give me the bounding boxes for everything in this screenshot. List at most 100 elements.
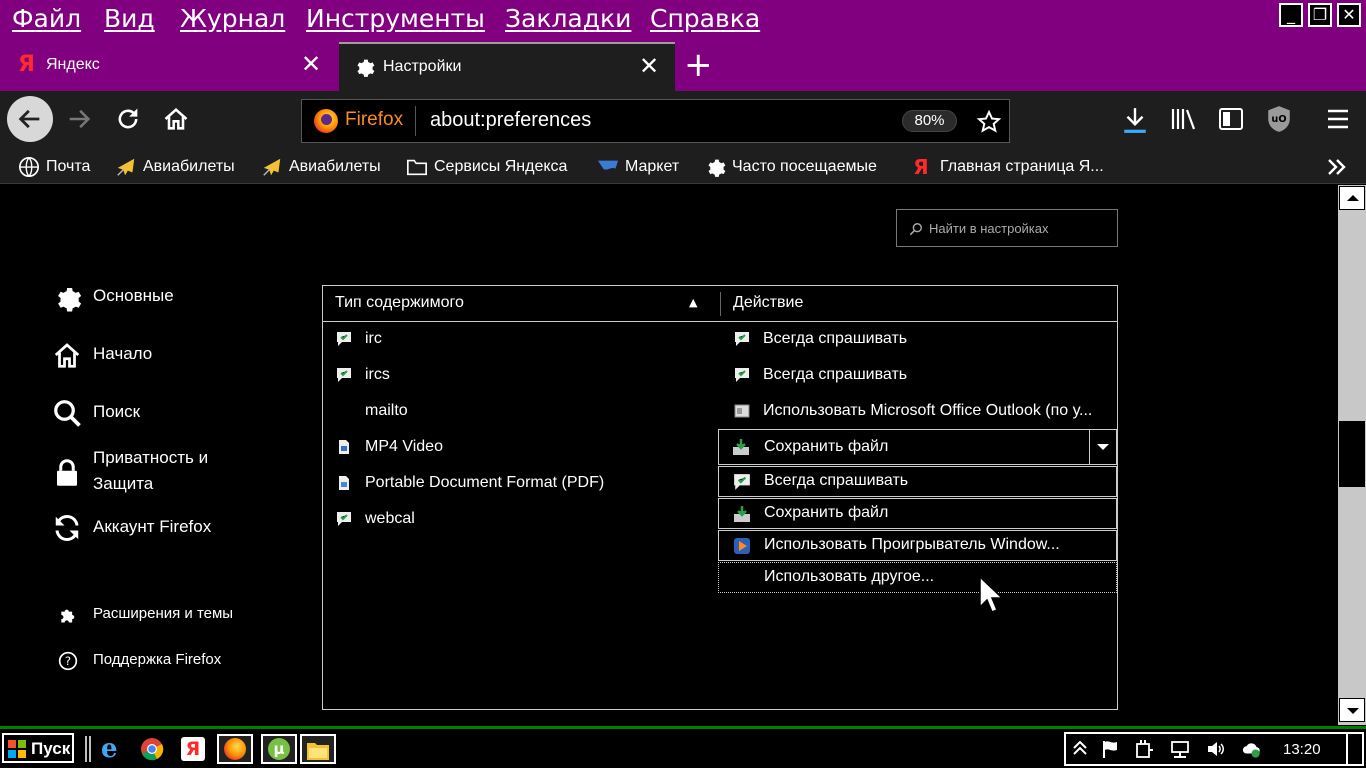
new-tab-button[interactable]: + bbox=[684, 48, 713, 82]
select-value: Сохранить файл bbox=[764, 438, 889, 455]
chrome-icon[interactable] bbox=[137, 734, 169, 764]
scroll-down-button[interactable] bbox=[1339, 698, 1365, 722]
gear-icon bbox=[58, 288, 82, 312]
menu-view[interactable]: Вид bbox=[104, 4, 155, 33]
category-privacy[interactable]: Приватность и Защита bbox=[52, 445, 252, 501]
action-select[interactable]: Сохранить файл bbox=[718, 429, 1117, 465]
action-label: Всегда спрашивать bbox=[763, 366, 908, 383]
table-row[interactable]: ircs Всегда спрашивать bbox=[323, 358, 1117, 394]
firefox-icon[interactable] bbox=[217, 734, 253, 764]
option-label: Использовать другое... bbox=[764, 568, 935, 585]
option-media-player[interactable]: Использовать Проигрыватель Window... bbox=[718, 530, 1117, 561]
preferences-page: Найти в настройках Основные Начало Поиск… bbox=[0, 185, 1338, 725]
save-icon bbox=[733, 439, 749, 455]
url-bar[interactable]: Firefox about:preferences 80% bbox=[301, 99, 1010, 143]
gear-icon bbox=[708, 159, 726, 177]
scroll-thumb[interactable] bbox=[1339, 421, 1365, 487]
url-text[interactable]: about:preferences bbox=[430, 109, 591, 132]
settings-search-input[interactable]: Найти в настройках bbox=[896, 209, 1118, 247]
option-label: Сохранить файл bbox=[764, 504, 889, 521]
flag-icon[interactable] bbox=[1100, 739, 1120, 759]
close-tab-icon[interactable]: ✕ bbox=[301, 52, 321, 76]
puzzle-icon bbox=[61, 609, 75, 623]
vertical-scrollbar[interactable] bbox=[1338, 185, 1366, 725]
bookmark-label: Маркет bbox=[625, 158, 680, 175]
home-button[interactable] bbox=[153, 96, 199, 142]
bookmark-label: Авиабилеты bbox=[143, 158, 235, 175]
windows-logo-icon bbox=[8, 740, 26, 758]
ie-icon[interactable]: e bbox=[96, 734, 128, 764]
start-label: Пуск bbox=[31, 739, 71, 758]
menu-bookmarks[interactable]: Закладки bbox=[505, 4, 631, 33]
sidebar-icon[interactable] bbox=[1218, 107, 1244, 131]
sort-ascending-icon: ▲ bbox=[689, 296, 698, 309]
bookmark-label: Часто посещаемые bbox=[732, 158, 877, 175]
network-icon[interactable] bbox=[1170, 739, 1190, 759]
menu-help[interactable]: Справка bbox=[650, 4, 760, 33]
tab-yandex[interactable]: Я Яндекс ✕ bbox=[0, 42, 337, 91]
table-row[interactable]: irc Всегда спрашивать bbox=[323, 322, 1117, 358]
chat-icon bbox=[337, 332, 351, 346]
zoom-indicator[interactable]: 80% bbox=[902, 110, 957, 132]
menu-bar: Файл Вид Журнал Инструменты Закладки Спр… bbox=[0, 0, 1366, 42]
forward-arrow-icon bbox=[69, 109, 91, 129]
mouse-cursor-icon bbox=[979, 575, 1004, 613]
start-button[interactable]: Пуск bbox=[2, 733, 74, 763]
hamburger-menu-icon[interactable] bbox=[1326, 107, 1350, 131]
maximize-button[interactable]: ❐ bbox=[1308, 3, 1332, 27]
forward-button[interactable] bbox=[56, 96, 102, 142]
cloud-sync-icon[interactable] bbox=[1242, 739, 1262, 759]
scroll-up-button[interactable] bbox=[1339, 186, 1365, 210]
option-always-ask[interactable]: Всегда спрашивать bbox=[718, 466, 1117, 497]
category-label: Аккаунт Firefox bbox=[93, 517, 212, 536]
action-label: Использовать Microsoft Office Outlook (п… bbox=[763, 402, 1093, 419]
column-content-type[interactable]: Тип содержимого bbox=[335, 294, 464, 312]
plane-icon bbox=[117, 158, 135, 176]
close-tab-icon[interactable]: ✕ bbox=[639, 54, 659, 78]
column-action[interactable]: Действие bbox=[733, 294, 803, 312]
globe-icon bbox=[19, 157, 39, 177]
url-separator bbox=[415, 106, 416, 136]
explorer-icon[interactable] bbox=[300, 734, 336, 764]
content-type: MP4 Video bbox=[365, 438, 443, 455]
volume-icon[interactable] bbox=[1206, 739, 1226, 759]
content-type: ircs bbox=[365, 366, 390, 383]
option-save-file[interactable]: Сохранить файл bbox=[718, 498, 1117, 529]
tab-settings[interactable]: Настройки ✕ bbox=[339, 42, 675, 91]
library-icon[interactable] bbox=[1170, 106, 1198, 132]
show-desktop-button[interactable] bbox=[1346, 734, 1360, 764]
back-button[interactable] bbox=[7, 96, 53, 142]
link-label: Расширения и темы bbox=[93, 605, 234, 622]
plane-icon bbox=[263, 158, 281, 176]
bookmark-label: Сервисы Яндекса bbox=[434, 158, 568, 175]
bookmark-label: Почта bbox=[46, 158, 91, 175]
power-plug-icon[interactable] bbox=[1134, 739, 1154, 759]
bookmark-label: Авиабилеты bbox=[289, 158, 381, 175]
utorrent-icon[interactable]: µ bbox=[261, 734, 297, 764]
folder-icon bbox=[407, 159, 427, 176]
table-header: Тип содержимого ▲ Действие bbox=[323, 286, 1117, 322]
reload-button[interactable] bbox=[105, 96, 151, 142]
yandex-icon: Я bbox=[18, 52, 35, 77]
menu-history[interactable]: Журнал bbox=[180, 4, 285, 33]
table-row[interactable]: mailto Использовать Microsoft Office Out… bbox=[323, 394, 1117, 430]
tab-label: Настройки bbox=[383, 58, 462, 75]
menu-tools[interactable]: Инструменты bbox=[306, 4, 485, 33]
chevron-up-icon[interactable] bbox=[1070, 738, 1090, 758]
home-icon bbox=[164, 107, 188, 130]
lock-icon bbox=[57, 459, 77, 486]
search-icon bbox=[909, 223, 922, 236]
media-player-icon bbox=[734, 538, 750, 554]
download-icon[interactable] bbox=[1122, 106, 1148, 134]
option-use-other[interactable]: Использовать другое... bbox=[718, 562, 1117, 593]
ublock-shield-icon[interactable]: uO bbox=[1266, 105, 1292, 133]
chevron-overflow-icon[interactable] bbox=[1326, 157, 1348, 177]
minimize-button[interactable]: _ bbox=[1279, 3, 1303, 27]
save-icon bbox=[734, 506, 750, 522]
close-window-button[interactable]: ✕ bbox=[1337, 3, 1361, 27]
dropdown-arrow[interactable] bbox=[1089, 430, 1116, 464]
clock[interactable]: 13:20 bbox=[1283, 741, 1321, 758]
menu-file[interactable]: Файл bbox=[12, 4, 81, 33]
bookmark-star-icon[interactable] bbox=[976, 109, 1002, 135]
yandex-browser-icon[interactable]: Я bbox=[178, 734, 210, 764]
